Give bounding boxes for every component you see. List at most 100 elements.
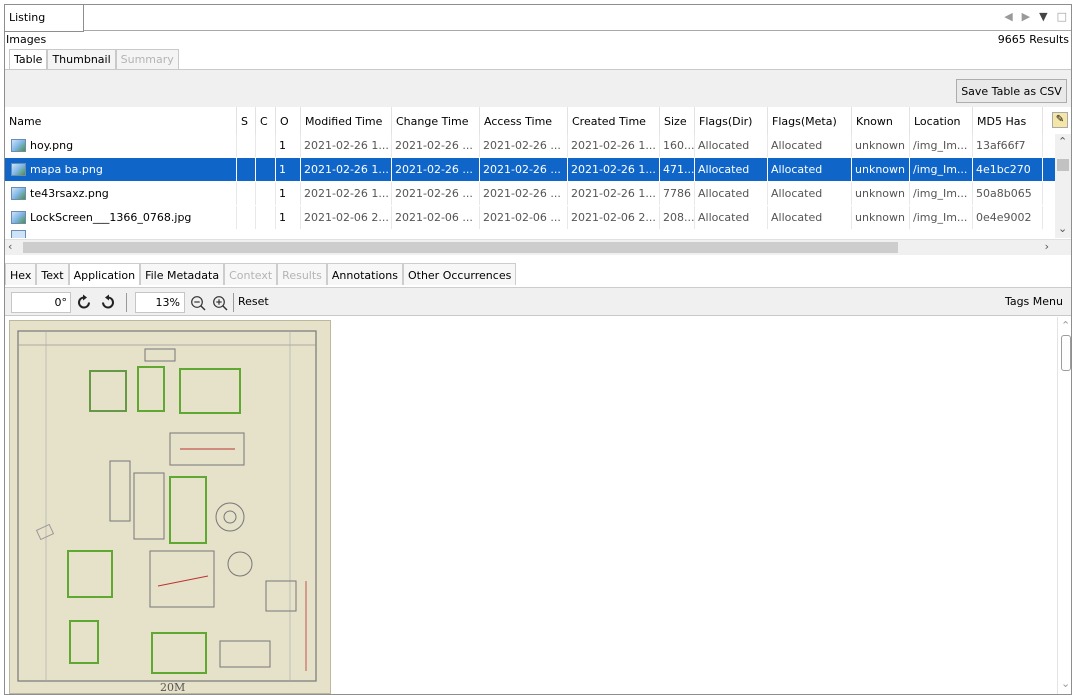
- dropdown-icon[interactable]: ▼: [1039, 10, 1047, 23]
- column-header[interactable]: Location: [910, 107, 973, 134]
- table-cell: unknown: [852, 158, 910, 181]
- table-cell: /img_Im...: [910, 182, 973, 205]
- table-cell: 2021-02-26 1...: [568, 182, 660, 205]
- column-header[interactable]: Created Time: [568, 107, 660, 134]
- scroll-left-icon[interactable]: ◀: [1004, 10, 1012, 23]
- tab-other-occurrences[interactable]: Other Occurrences: [402, 263, 517, 285]
- zoom-field[interactable]: 13%: [135, 292, 185, 313]
- table-row[interactable]: mapa ba.png 1 2021-02-26 1... 2021-02-26 ..…: [5, 158, 1057, 181]
- tab-context[interactable]: Context: [224, 263, 278, 285]
- scroll-right-icon[interactable]: ▶: [1022, 10, 1030, 23]
- column-header[interactable]: MD5 Has: [973, 107, 1043, 134]
- maximize-icon[interactable]: □: [1057, 10, 1067, 23]
- tab-file-metadata[interactable]: File Metadata: [140, 263, 225, 285]
- file-name: mapa ba.png: [30, 163, 103, 176]
- table-cell: 2021-02-26 1...: [568, 134, 660, 157]
- column-header[interactable]: Known: [852, 107, 910, 134]
- tab-table[interactable]: Table: [9, 49, 48, 69]
- table-cell: 2021-02-26 1...: [568, 158, 660, 181]
- table-cell: 2021-02-06 2...: [568, 206, 660, 229]
- toolbar-separator: [233, 293, 234, 312]
- image-viewer-toolbar: 0° 13% Reset Tags Menu: [5, 287, 1071, 316]
- tab-listing[interactable]: Listing: [5, 5, 84, 32]
- viewer-vertical-scrollbar[interactable]: ⌃ ⌄: [1057, 317, 1071, 694]
- zoom-out-icon[interactable]: [190, 295, 206, 311]
- save-table-csv-button[interactable]: Save Table as CSV: [956, 79, 1067, 103]
- scroll-up-icon[interactable]: ⌃: [1058, 135, 1067, 148]
- table-row[interactable]: LockScreen___1366_0768.jpg 1 2021-02-06 2.…: [5, 206, 1057, 229]
- image-file-icon: [11, 163, 26, 176]
- table-cell: 2021-02-26 ...: [392, 134, 480, 157]
- results-count: 9665 Results: [997, 33, 1069, 46]
- viewer-scroll-up-icon[interactable]: ⌃: [1061, 319, 1070, 332]
- column-header[interactable]: S: [237, 107, 256, 134]
- column-header[interactable]: Flags(Dir): [695, 107, 768, 134]
- column-header[interactable]: Name: [5, 107, 237, 134]
- table-cell: [256, 182, 276, 205]
- table-header: Name S C O Modified Time Change Time Access Ti…: [5, 107, 1071, 134]
- section-title: Images: [6, 33, 47, 46]
- file-name-cell: te43rsaxz.png: [5, 182, 237, 205]
- hand-drawn-floor-plan: 20M: [10, 321, 330, 694]
- table-cell: 160...: [660, 134, 695, 157]
- table-cell: 13af66f7: [973, 134, 1043, 157]
- column-header[interactable]: Change Time: [392, 107, 480, 134]
- tab-text[interactable]: Text: [36, 263, 69, 285]
- column-header[interactable]: Modified Time: [301, 107, 392, 134]
- reset-button[interactable]: Reset: [238, 295, 269, 308]
- table-cell: 2021-02-26 1...: [301, 158, 392, 181]
- rotate-left-icon[interactable]: [75, 293, 94, 312]
- image-viewport: 20M ⌃ ⌄: [5, 317, 1071, 694]
- scroll-left-arrow-icon[interactable]: ‹: [8, 240, 12, 253]
- table-cell: [237, 182, 256, 205]
- table-cell: 2021-02-26 1...: [301, 134, 392, 157]
- column-header[interactable]: C: [256, 107, 276, 134]
- content-viewer-tabs: Hex Text Application File Metadata Context Re…: [5, 263, 517, 285]
- rotation-value: 0°: [54, 296, 68, 309]
- zoom-in-icon[interactable]: [212, 295, 228, 311]
- tags-menu-button[interactable]: Tags Menu: [1005, 295, 1063, 308]
- table-toolbar: Save Table as CSV: [5, 69, 1071, 107]
- column-header[interactable]: Access Time: [480, 107, 568, 134]
- tab-hex[interactable]: Hex: [5, 263, 37, 285]
- tab-listing-label: Listing: [9, 11, 46, 24]
- tab-application[interactable]: Application: [68, 263, 141, 285]
- table-cell: 2021-02-06 ...: [480, 206, 568, 229]
- scroll-right-arrow-icon[interactable]: ›: [1045, 240, 1049, 253]
- tab-annotations[interactable]: Annotations: [326, 263, 403, 285]
- image-file-icon: [11, 139, 26, 152]
- table-cell: [256, 158, 276, 181]
- scroll-down-icon[interactable]: ⌄: [1058, 222, 1067, 235]
- listing-window: Listing ◀ ▶ ▼ □ Images 9665 Results Tabl…: [4, 4, 1072, 695]
- results-table: Name S C O Modified Time Change Time Access Ti…: [5, 107, 1071, 238]
- table-vertical-scrollbar[interactable]: ⌃ ⌄: [1055, 134, 1071, 238]
- table-cell: [256, 134, 276, 157]
- viewer-vertical-thumb[interactable]: [1061, 335, 1071, 371]
- tab-summary[interactable]: Summary: [115, 49, 179, 69]
- file-name-cell: LockScreen___1366_0768.jpg: [5, 206, 237, 229]
- tab-results[interactable]: Results: [277, 263, 327, 285]
- viewer-scroll-down-icon[interactable]: ⌄: [1061, 677, 1070, 690]
- table-horizontal-thumb[interactable]: [23, 242, 898, 253]
- column-header[interactable]: Size: [660, 107, 695, 134]
- table-vertical-thumb[interactable]: [1057, 159, 1069, 171]
- file-name-cell: mapa ba.png: [5, 158, 237, 181]
- table-row[interactable]: te43rsaxz.png 1 2021-02-26 1... 2021-02-26 …: [5, 182, 1057, 205]
- image-file-icon: [11, 211, 26, 224]
- rotate-right-icon[interactable]: [98, 293, 117, 312]
- tab-thumbnail[interactable]: Thumbnail: [47, 49, 116, 69]
- table-cell: [237, 134, 256, 157]
- rotation-field[interactable]: 0°: [11, 292, 71, 313]
- column-header[interactable]: O: [276, 107, 301, 134]
- table-row[interactable]: hoy.png 1 2021-02-26 1... 2021-02-26 ... 202…: [5, 134, 1057, 157]
- table-cell: 1: [276, 182, 301, 205]
- image-file-icon: [11, 187, 26, 200]
- table-cell: Allocated: [768, 134, 852, 157]
- column-chooser-icon[interactable]: ✎: [1052, 112, 1068, 128]
- table-cell: unknown: [852, 182, 910, 205]
- table-cell: 1: [276, 134, 301, 157]
- table-cell: 2021-02-06 2...: [301, 206, 392, 229]
- column-header[interactable]: Flags(Meta): [768, 107, 852, 134]
- scanned-map-image: 20M: [9, 320, 331, 694]
- table-horizontal-scrollbar[interactable]: ‹ ›: [5, 239, 1071, 255]
